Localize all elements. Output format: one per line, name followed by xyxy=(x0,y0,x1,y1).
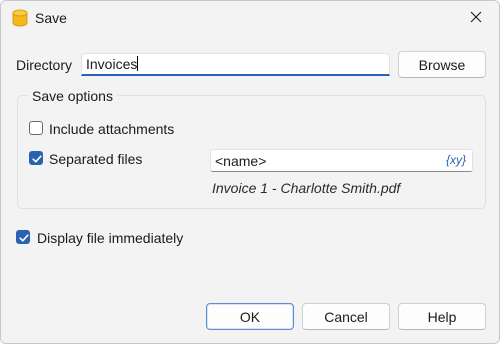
ok-button[interactable]: OK xyxy=(206,303,294,330)
filename-preview: Invoice 1 - Charlotte Smith.pdf xyxy=(212,180,401,196)
browse-button[interactable]: Browse xyxy=(398,51,486,78)
app-database-icon xyxy=(12,9,28,27)
close-button[interactable] xyxy=(453,1,499,35)
checkmark-icon xyxy=(19,234,29,242)
separated-files-label[interactable]: Separated files xyxy=(49,151,142,167)
display-immediately-label[interactable]: Display file immediately xyxy=(37,230,183,246)
window-title: Save xyxy=(35,10,67,26)
include-attachments-label[interactable]: Include attachments xyxy=(49,121,174,137)
save-options-label: Save options xyxy=(28,88,117,104)
help-button[interactable]: Help xyxy=(398,303,486,330)
checkmark-icon xyxy=(32,155,42,163)
include-attachments-checkbox[interactable] xyxy=(29,121,43,135)
directory-label: Directory xyxy=(16,57,73,73)
text-caret xyxy=(137,56,139,71)
title-bar: Save xyxy=(1,1,499,35)
save-dialog: Save Directory Invoices Browse Save opti… xyxy=(0,0,500,344)
browse-button-label: Browse xyxy=(418,56,466,73)
ok-button-label: OK xyxy=(239,308,261,325)
cancel-button-label: Cancel xyxy=(324,308,368,325)
display-immediately-checkbox[interactable] xyxy=(16,230,30,244)
insert-variable-button[interactable]: {xy} xyxy=(446,153,466,167)
cancel-button[interactable]: Cancel xyxy=(302,303,390,330)
directory-input[interactable]: Invoices xyxy=(81,53,390,76)
close-icon xyxy=(470,10,482,26)
directory-value: Invoices xyxy=(86,56,138,72)
separated-files-checkbox[interactable] xyxy=(29,151,43,165)
help-button-label: Help xyxy=(427,308,457,325)
filename-pattern-value: <name> xyxy=(215,153,267,169)
filename-pattern-input[interactable]: <name> {xy} xyxy=(210,149,473,172)
